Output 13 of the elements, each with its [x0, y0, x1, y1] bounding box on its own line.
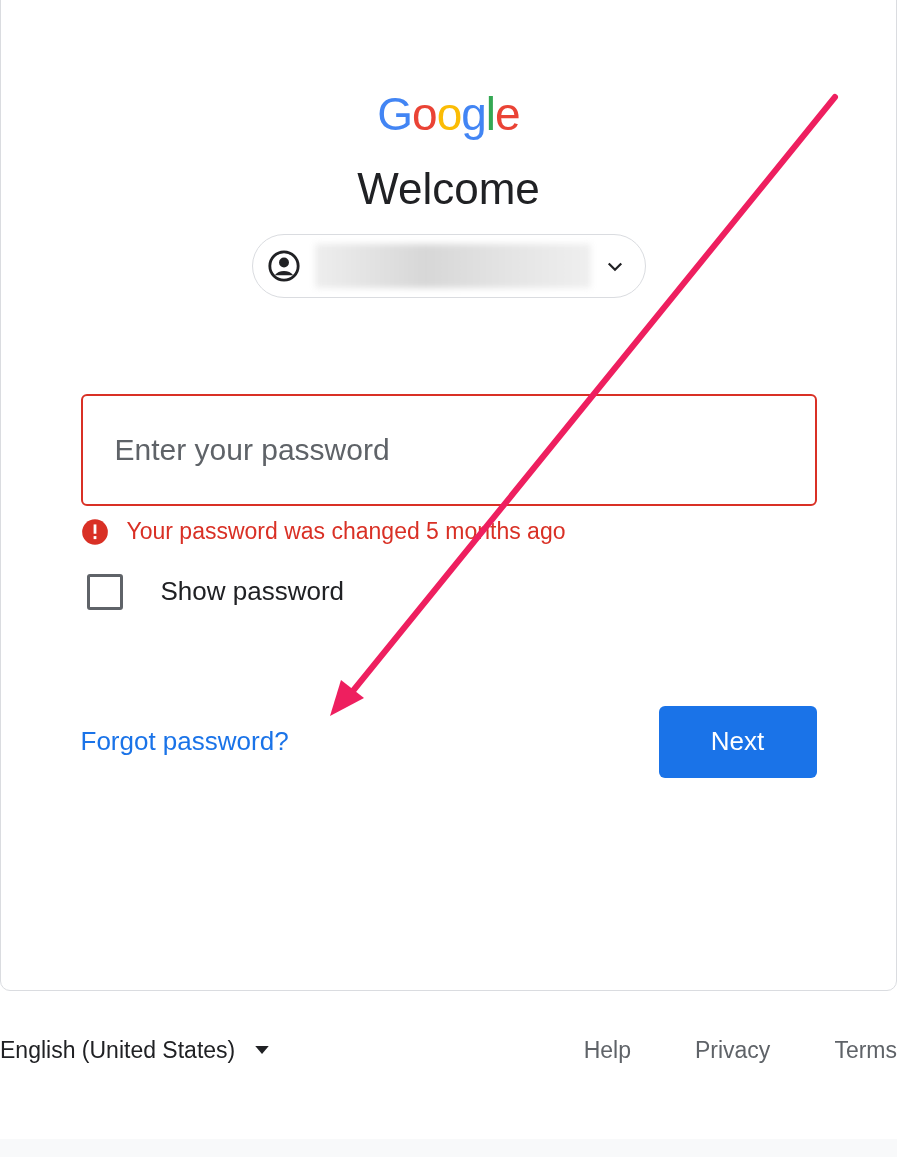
- footer-link[interactable]: Help: [583, 1037, 631, 1064]
- show-password-label[interactable]: Show password: [160, 576, 345, 608]
- next-button[interactable]: Next: [658, 705, 817, 778]
- footer-link[interactable]: Terms: [834, 1037, 897, 1064]
- language-selector[interactable]: English (United States): [0, 1037, 270, 1064]
- error-icon: [80, 517, 109, 546]
- forgot-password-link[interactable]: Forgot password?: [80, 726, 289, 758]
- show-password-checkbox[interactable]: [86, 573, 123, 610]
- caret-icon: [255, 1046, 270, 1055]
- account-icon: [266, 248, 301, 283]
- page-title: Welcome: [357, 163, 540, 215]
- password-field[interactable]: Enter your password: [80, 393, 817, 506]
- footer-link[interactable]: Privacy: [694, 1037, 771, 1064]
